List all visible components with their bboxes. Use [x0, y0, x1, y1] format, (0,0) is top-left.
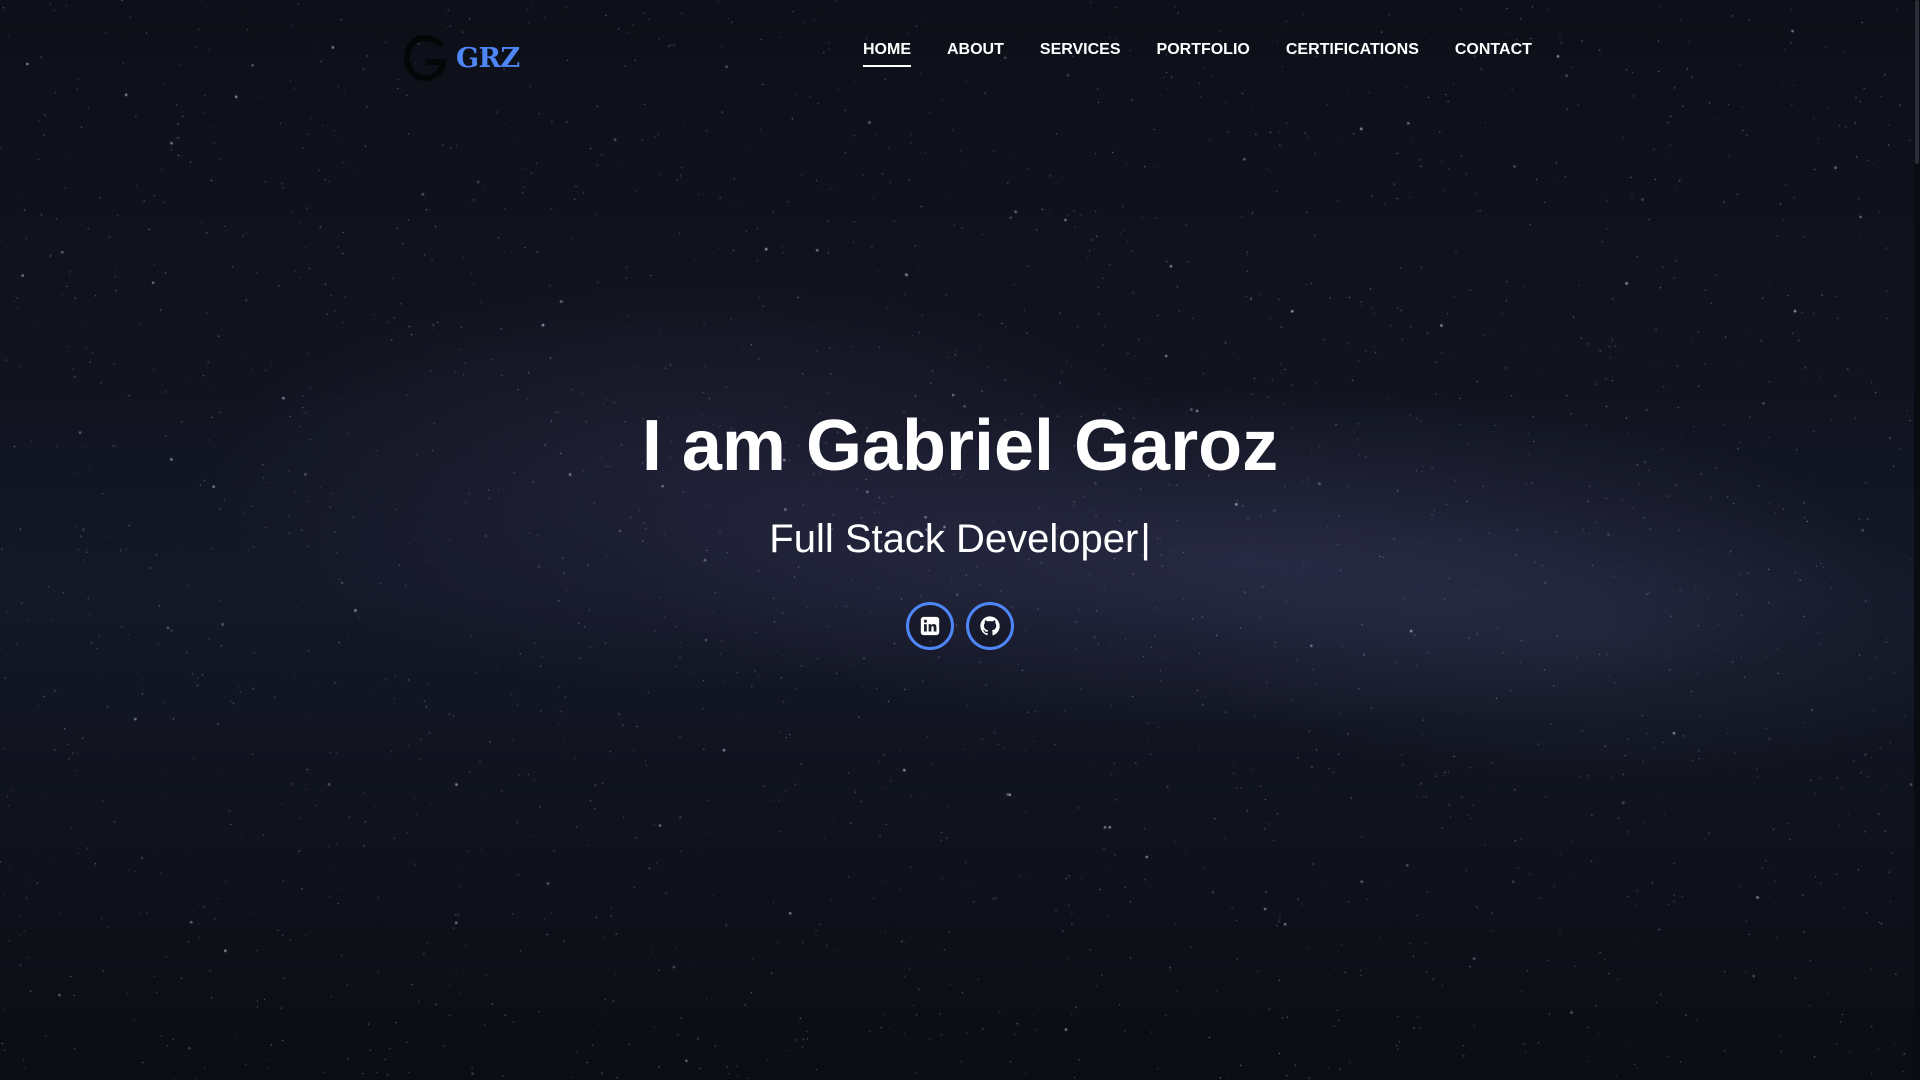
hero-subtitle: Full Stack Developer|: [0, 514, 1920, 564]
nav-item-services[interactable]: SERVICES: [1040, 41, 1121, 67]
site-header: GRZ HOME ABOUT SERVICES PORTFOLIO CERTIF…: [0, 0, 1920, 110]
nav-item-certifications[interactable]: CERTIFICATIONS: [1286, 41, 1419, 67]
github-icon: [980, 616, 1000, 636]
linkedin-icon: [920, 616, 940, 636]
typing-cursor: |: [1140, 517, 1151, 561]
nav-item-about[interactable]: ABOUT: [947, 41, 1004, 67]
github-button[interactable]: [966, 602, 1014, 650]
logo-text: GRZ: [456, 42, 520, 74]
scrollbar-thumb[interactable]: [1915, 0, 1919, 164]
hero-subtitle-text: Full Stack Developer: [769, 517, 1139, 561]
hero-title: I am Gabriel Garoz: [641, 406, 1279, 486]
social-links: [0, 602, 1920, 650]
nav-item-portfolio[interactable]: PORTFOLIO: [1157, 41, 1250, 67]
linkedin-button[interactable]: [906, 602, 954, 650]
g-letter-icon: [404, 35, 447, 81]
hero-section: I am Gabriel Garoz Full Stack Developer|: [0, 398, 1920, 650]
logo[interactable]: GRZ: [404, 34, 520, 82]
page-scrollbar[interactable]: [1914, 0, 1920, 1080]
nav-item-home[interactable]: HOME: [863, 41, 911, 67]
nav-item-contact[interactable]: CONTACT: [1455, 41, 1532, 67]
main-nav: HOME ABOUT SERVICES PORTFOLIO CERTIFICAT…: [863, 41, 1532, 67]
